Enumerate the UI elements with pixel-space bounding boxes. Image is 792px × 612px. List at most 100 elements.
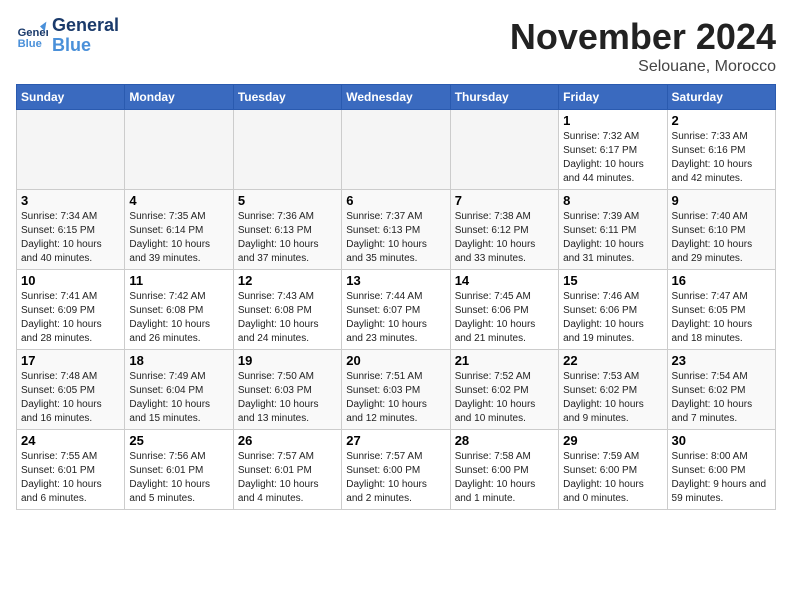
table-row: 14 Sunrise: 7:45 AM Sunset: 6:06 PM Dayli… — [450, 270, 558, 350]
day-info: Sunrise: 7:47 AM Sunset: 6:05 PM Dayligh… — [672, 290, 771, 346]
day-info: Sunrise: 7:49 AM Sunset: 6:04 PM Dayligh… — [129, 370, 228, 426]
table-row: 25Sunrise: 7:56 AM Sunset: 6:01 PM Dayli… — [125, 430, 233, 510]
day-number: 28 — [455, 433, 554, 448]
day-info: Sunrise: 7:44 AM Sunset: 6:07 PM Dayligh… — [346, 290, 445, 346]
day-number: 4 — [129, 193, 228, 208]
day-number: 17 — [21, 353, 120, 368]
day-number: 16 — [672, 273, 771, 288]
col-saturday: Saturday — [667, 85, 775, 110]
calendar-week-row: 10 Sunrise: 7:41 AM Sunset: 6:09 PM Dayli… — [17, 270, 776, 350]
col-friday: Friday — [559, 85, 667, 110]
svg-text:Blue: Blue — [18, 38, 42, 50]
day-number: 3 — [21, 193, 120, 208]
day-number: 14 — [455, 273, 554, 288]
col-thursday: Thursday — [450, 85, 558, 110]
table-row: 28Sunrise: 7:58 AM Sunset: 6:00 PM Dayli… — [450, 430, 558, 510]
table-row: 7 Sunrise: 7:38 AM Sunset: 6:12 PM Daylig… — [450, 190, 558, 270]
location: Selouane, Morocco — [510, 58, 776, 76]
table-row: 20 Sunrise: 7:51 AM Sunset: 6:03 PM Dayli… — [342, 350, 450, 430]
day-number: 23 — [672, 353, 771, 368]
day-info: Sunrise: 7:33 AM Sunset: 6:16 PM Dayligh… — [672, 130, 771, 186]
day-number: 5 — [238, 193, 337, 208]
calendar-week-row: 24 Sunrise: 7:55 AM Sunset: 6:01 PM Dayli… — [17, 430, 776, 510]
table-row: 22 Sunrise: 7:53 AM Sunset: 6:02 PM Dayli… — [559, 350, 667, 430]
table-row: 3 Sunrise: 7:34 AM Sunset: 6:15 PM Daylig… — [17, 190, 125, 270]
table-row: 29 Sunrise: 7:59 AM Sunset: 6:00 PM Dayli… — [559, 430, 667, 510]
day-info: Sunrise: 8:00 AM Sunset: 6:00 PM Dayligh… — [672, 450, 771, 506]
day-info: Sunrise: 7:53 AM Sunset: 6:02 PM Dayligh… — [563, 370, 662, 426]
day-number: 22 — [563, 353, 662, 368]
table-row: 19Sunrise: 7:50 AM Sunset: 6:03 PM Dayli… — [233, 350, 341, 430]
day-info: Sunrise: 7:41 AM Sunset: 6:09 PM Dayligh… — [21, 290, 120, 346]
table-row: 27 Sunrise: 7:57 AM Sunset: 6:00 PM Dayli… — [342, 430, 450, 510]
calendar-week-row: 1 Sunrise: 7:32 AM Sunset: 6:17 PM Daylig… — [17, 110, 776, 190]
logo-text-line2: Blue — [52, 36, 119, 56]
day-info: Sunrise: 7:56 AM Sunset: 6:01 PM Dayligh… — [129, 450, 228, 506]
logo: General Blue General Blue — [16, 16, 119, 56]
day-info: Sunrise: 7:32 AM Sunset: 6:17 PM Dayligh… — [563, 130, 662, 186]
logo-text-line1: General — [52, 16, 119, 36]
table-row: 16 Sunrise: 7:47 AM Sunset: 6:05 PM Dayli… — [667, 270, 775, 350]
day-number: 24 — [21, 433, 120, 448]
table-row: 6Sunrise: 7:37 AM Sunset: 6:13 PM Daylig… — [342, 190, 450, 270]
day-number: 7 — [455, 193, 554, 208]
day-number: 12 — [238, 273, 337, 288]
day-number: 1 — [563, 113, 662, 128]
day-info: Sunrise: 7:38 AM Sunset: 6:12 PM Dayligh… — [455, 210, 554, 266]
month-title: November 2024 — [510, 16, 776, 58]
day-number: 29 — [563, 433, 662, 448]
day-info: Sunrise: 7:59 AM Sunset: 6:00 PM Dayligh… — [563, 450, 662, 506]
day-number: 19 — [238, 353, 337, 368]
day-number: 18 — [129, 353, 228, 368]
table-row: 23 Sunrise: 7:54 AM Sunset: 6:02 PM Dayli… — [667, 350, 775, 430]
table-row: 24 Sunrise: 7:55 AM Sunset: 6:01 PM Dayli… — [17, 430, 125, 510]
day-info: Sunrise: 7:52 AM Sunset: 6:02 PM Dayligh… — [455, 370, 554, 426]
day-info: Sunrise: 7:36 AM Sunset: 6:13 PM Dayligh… — [238, 210, 337, 266]
day-info: Sunrise: 7:46 AM Sunset: 6:06 PM Dayligh… — [563, 290, 662, 346]
table-row: 2 Sunrise: 7:33 AM Sunset: 6:16 PM Daylig… — [667, 110, 775, 190]
col-wednesday: Wednesday — [342, 85, 450, 110]
day-number: 20 — [346, 353, 445, 368]
day-number: 11 — [129, 273, 228, 288]
logo-icon: General Blue — [16, 20, 48, 52]
day-number: 26 — [238, 433, 337, 448]
day-number: 8 — [563, 193, 662, 208]
day-info: Sunrise: 7:55 AM Sunset: 6:01 PM Dayligh… — [21, 450, 120, 506]
table-row: 4Sunrise: 7:35 AM Sunset: 6:14 PM Daylig… — [125, 190, 233, 270]
day-info: Sunrise: 7:51 AM Sunset: 6:03 PM Dayligh… — [346, 370, 445, 426]
day-info: Sunrise: 7:40 AM Sunset: 6:10 PM Dayligh… — [672, 210, 771, 266]
day-info: Sunrise: 7:48 AM Sunset: 6:05 PM Dayligh… — [21, 370, 120, 426]
table-row: 12 Sunrise: 7:43 AM Sunset: 6:08 PM Dayli… — [233, 270, 341, 350]
day-info: Sunrise: 7:57 AM Sunset: 6:00 PM Dayligh… — [346, 450, 445, 506]
calendar-week-row: 3 Sunrise: 7:34 AM Sunset: 6:15 PM Daylig… — [17, 190, 776, 270]
day-number: 6 — [346, 193, 445, 208]
col-tuesday: Tuesday — [233, 85, 341, 110]
day-number: 2 — [672, 113, 771, 128]
table-row — [125, 110, 233, 190]
day-info: Sunrise: 7:45 AM Sunset: 6:06 PM Dayligh… — [455, 290, 554, 346]
col-monday: Monday — [125, 85, 233, 110]
page-header: General Blue General Blue November 2024 … — [16, 16, 776, 76]
day-number: 13 — [346, 273, 445, 288]
day-number: 27 — [346, 433, 445, 448]
table-row: 26 Sunrise: 7:57 AM Sunset: 6:01 PM Dayli… — [233, 430, 341, 510]
day-info: Sunrise: 7:34 AM Sunset: 6:15 PM Dayligh… — [21, 210, 120, 266]
day-info: Sunrise: 7:54 AM Sunset: 6:02 PM Dayligh… — [672, 370, 771, 426]
table-row: 1 Sunrise: 7:32 AM Sunset: 6:17 PM Daylig… — [559, 110, 667, 190]
day-info: Sunrise: 7:39 AM Sunset: 6:11 PM Dayligh… — [563, 210, 662, 266]
table-row — [17, 110, 125, 190]
day-number: 30 — [672, 433, 771, 448]
day-number: 10 — [21, 273, 120, 288]
day-number: 9 — [672, 193, 771, 208]
title-block: November 2024 Selouane, Morocco — [510, 16, 776, 76]
table-row: 8 Sunrise: 7:39 AM Sunset: 6:11 PM Daylig… — [559, 190, 667, 270]
table-row: 9 Sunrise: 7:40 AM Sunset: 6:10 PM Daylig… — [667, 190, 775, 270]
table-row: 21 Sunrise: 7:52 AM Sunset: 6:02 PM Dayli… — [450, 350, 558, 430]
col-sunday: Sunday — [17, 85, 125, 110]
table-row: 17 Sunrise: 7:48 AM Sunset: 6:05 PM Dayli… — [17, 350, 125, 430]
day-number: 21 — [455, 353, 554, 368]
table-row — [233, 110, 341, 190]
table-row — [342, 110, 450, 190]
day-info: Sunrise: 7:57 AM Sunset: 6:01 PM Dayligh… — [238, 450, 337, 506]
day-info: Sunrise: 7:43 AM Sunset: 6:08 PM Dayligh… — [238, 290, 337, 346]
